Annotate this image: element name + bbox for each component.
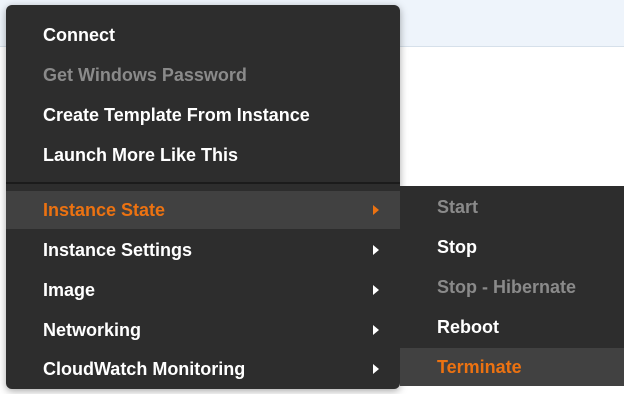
menu-item-label: Image [43,280,96,300]
submenu-item-start: Start [400,188,624,226]
submenu-item-stop[interactable]: Stop [400,228,624,266]
menu-item-label: Create Template From Instance [43,105,310,125]
chevron-right-icon [373,325,379,335]
menu-item-label: Instance State [43,200,166,220]
menu-item-label: Connect [43,25,115,45]
menu-item-label: Networking [43,320,142,340]
menu-item-launch-more[interactable]: Launch More Like This [6,136,400,174]
menu-item-image[interactable]: Image [6,271,400,309]
chevron-right-icon [373,205,379,215]
menu-item-cloudwatch-monitoring[interactable]: CloudWatch Monitoring [6,350,400,388]
menu-item-connect[interactable]: Connect [6,16,400,54]
menu-item-get-windows-password: Get Windows Password [6,56,400,94]
menu-item-networking[interactable]: Networking [6,311,400,349]
instance-actions-menu: Connect Get Windows Password Create Temp… [6,5,400,389]
submenu-item-reboot[interactable]: Reboot [400,308,624,346]
submenu-item-stop-hibernate: Stop - Hibernate [400,268,624,306]
submenu-item-label: Terminate [437,357,522,377]
submenu-item-label: Reboot [437,317,499,337]
menu-item-instance-state[interactable]: Instance State [6,191,400,229]
chevron-right-icon [373,364,379,374]
instance-state-submenu: Start Stop Stop - Hibernate Reboot Termi… [400,186,624,386]
menu-item-instance-settings[interactable]: Instance Settings [6,231,400,269]
console-page: Connect Get Windows Password Create Temp… [0,0,624,394]
chevron-right-icon [373,285,379,295]
chevron-right-icon [373,245,379,255]
submenu-item-label: Stop [437,237,477,257]
submenu-item-terminate[interactable]: Terminate [400,348,624,386]
menu-item-create-template[interactable]: Create Template From Instance [6,96,400,134]
submenu-item-label: Start [437,197,479,217]
submenu-item-label: Stop - Hibernate [437,277,577,297]
menu-item-label: Instance Settings [43,240,193,260]
menu-item-label: Get Windows Password [43,65,247,85]
menu-item-label: Launch More Like This [43,145,239,165]
menu-item-label: CloudWatch Monitoring [43,359,246,379]
menu-divider [6,182,400,184]
